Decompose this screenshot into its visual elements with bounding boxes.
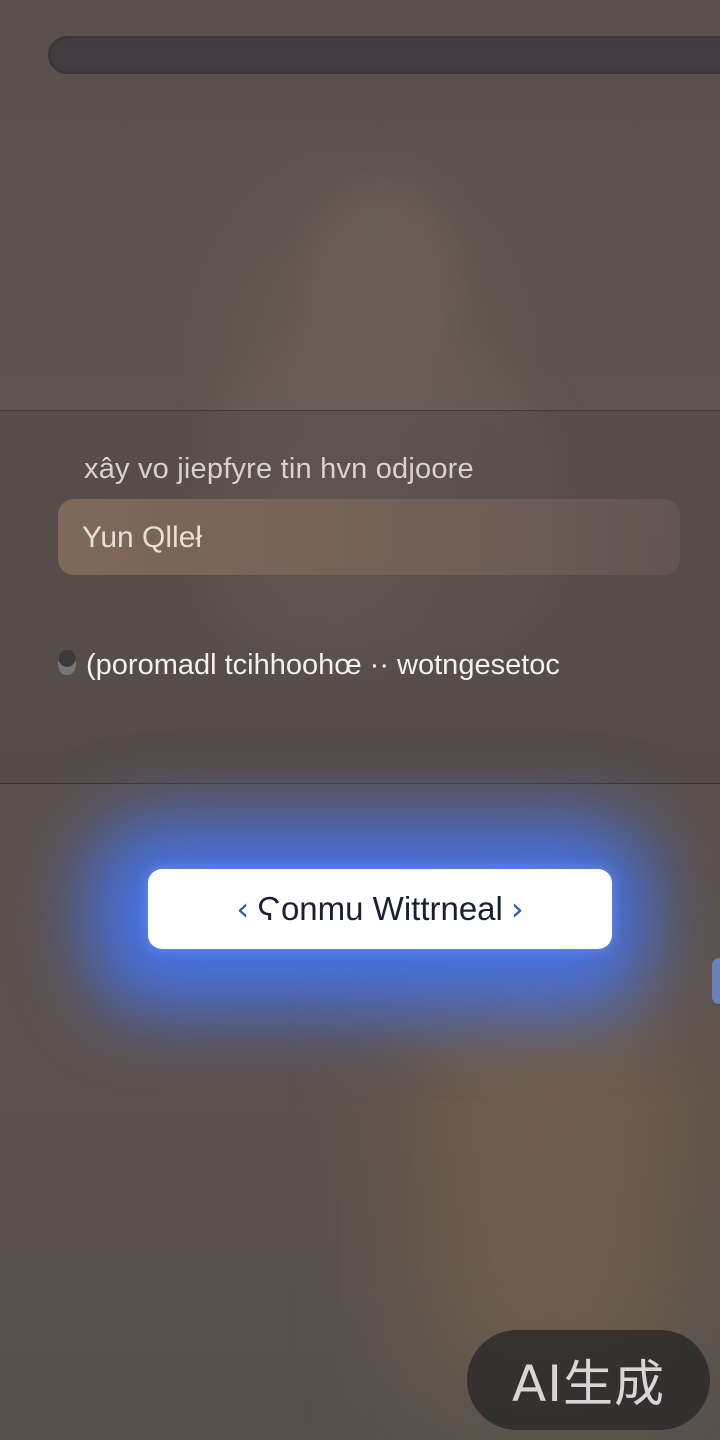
- top-search-bar[interactable]: [48, 36, 720, 74]
- watermark-text: AI生成: [512, 1355, 665, 1413]
- form-panel: xây vo jiepfyre tin hvn odjoore Yun Qlle…: [0, 410, 720, 784]
- screen: xây vo jiepfyre tin hvn odjoore Yun Qlle…: [0, 0, 720, 1440]
- chevron-right-icon: ›: [510, 890, 524, 928]
- radio-dot-icon[interactable]: [58, 649, 76, 675]
- primary-action-button[interactable]: ‹ Ϛonmu Wittrneal ›: [148, 869, 612, 949]
- option-row[interactable]: (poromadl tcihhoohœ ·· wotngesetoc: [54, 645, 674, 693]
- option-label: (poromadl tcihhoohœ ·· wotngesetoc: [86, 649, 560, 681]
- name-input-value: Yun Qlleł: [82, 521, 203, 554]
- name-input[interactable]: Yun Qlleł: [58, 499, 680, 575]
- watermark-badge: AI生成: [467, 1330, 710, 1430]
- panel-title: xây vo jiepfyre tin hvn odjoore: [84, 453, 474, 485]
- chevron-left-icon: ‹: [236, 890, 250, 928]
- side-edge-handle[interactable]: [712, 958, 720, 1004]
- primary-action-label: Ϛonmu Wittrneal: [257, 890, 503, 927]
